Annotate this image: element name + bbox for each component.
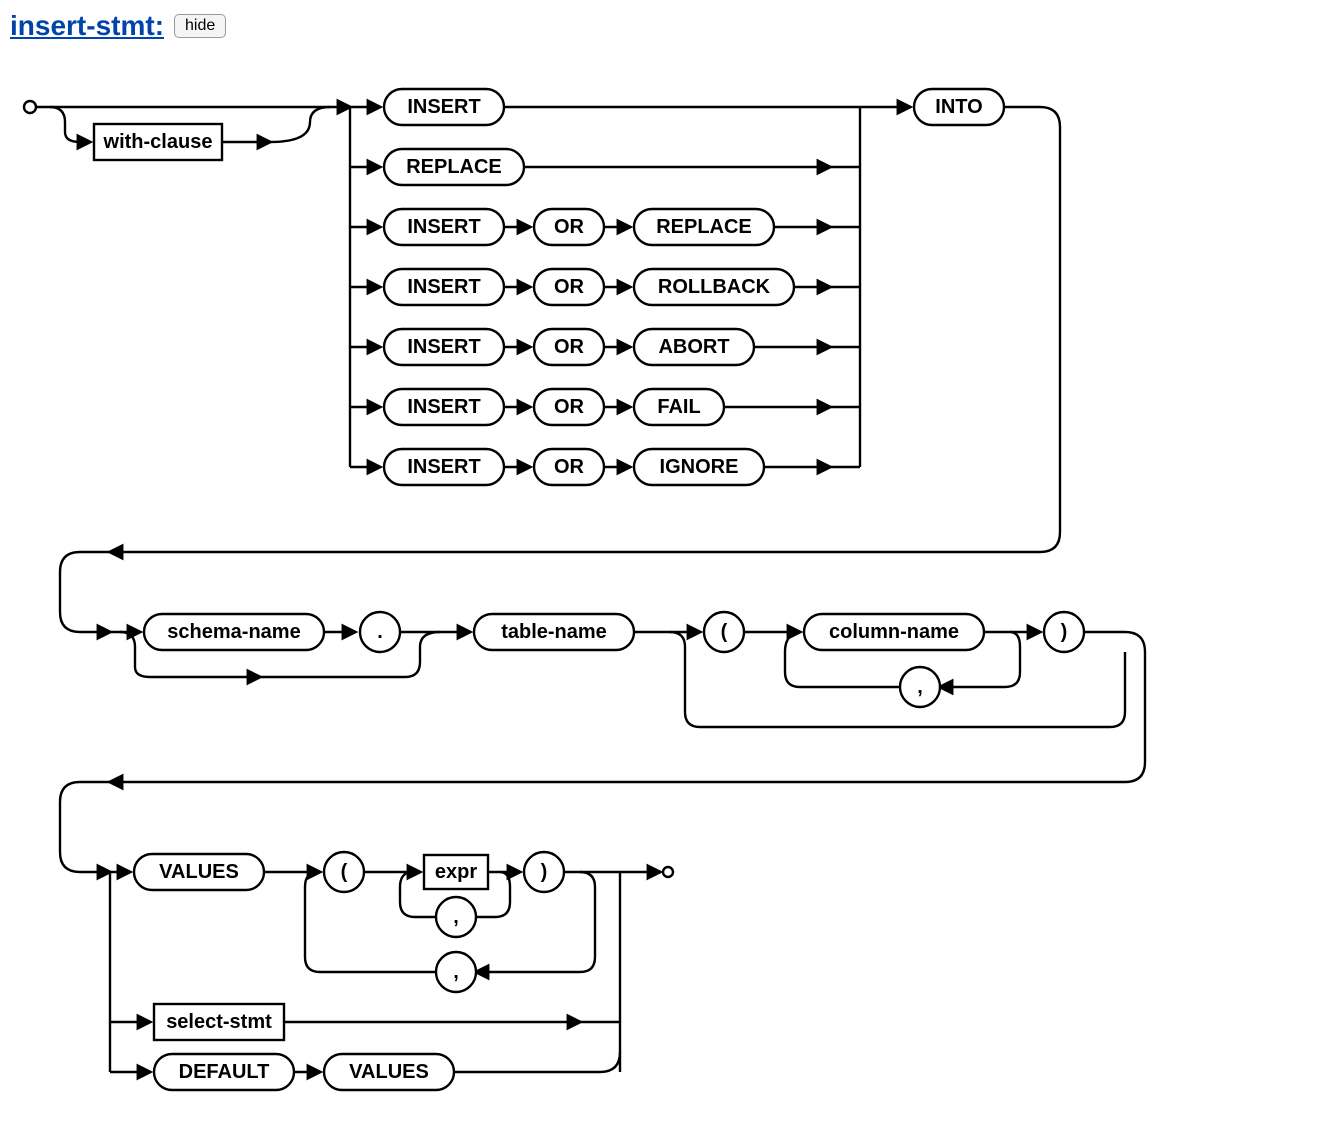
values-node: VALUES	[159, 861, 239, 883]
insert-node-4: INSERT	[407, 276, 480, 298]
replace-node-3: REPLACE	[656, 216, 752, 238]
or-node-7: OR	[554, 456, 585, 478]
into-node: INTO	[935, 96, 982, 118]
with-clause-node: with-clause	[103, 131, 213, 153]
comma-tuple: ,	[453, 961, 459, 983]
rparen-vals: )	[541, 861, 548, 883]
replace-node: REPLACE	[406, 156, 502, 178]
insert-node-3: INSERT	[407, 216, 480, 238]
ignore-node: IGNORE	[660, 456, 739, 478]
insert-node-5: INSERT	[407, 336, 480, 358]
insert-node-6: INSERT	[407, 396, 480, 418]
rollback-node: ROLLBACK	[658, 276, 771, 298]
rparen-cols: )	[1061, 621, 1068, 643]
table-name-node: table-name	[501, 621, 607, 643]
schema-name-node: schema-name	[167, 621, 300, 643]
dot-node: .	[377, 621, 383, 643]
fail-node: FAIL	[657, 396, 700, 418]
lparen-cols: (	[721, 621, 728, 643]
hide-button[interactable]: hide	[174, 14, 226, 38]
expr-node: expr	[435, 861, 477, 883]
diagram-title[interactable]: insert-stmt:	[10, 10, 164, 42]
insert-node-1: INSERT	[407, 96, 480, 118]
or-node-4: OR	[554, 276, 585, 298]
column-name-node: column-name	[829, 621, 959, 643]
abort-node: ABORT	[658, 336, 729, 358]
values-node-2: VALUES	[349, 1061, 429, 1083]
lparen-vals: (	[341, 861, 348, 883]
comma-cols: ,	[917, 676, 923, 698]
default-node: DEFAULT	[179, 1061, 270, 1083]
or-node-6: OR	[554, 396, 585, 418]
or-node-3: OR	[554, 216, 585, 238]
comma-expr: ,	[453, 906, 459, 928]
insert-node-7: INSERT	[407, 456, 480, 478]
select-stmt-node: select-stmt	[166, 1011, 272, 1033]
syntax-diagram: with-clause INSERT REPLACE INSERT OR REP…	[10, 62, 1310, 1122]
or-node-5: OR	[554, 336, 585, 358]
